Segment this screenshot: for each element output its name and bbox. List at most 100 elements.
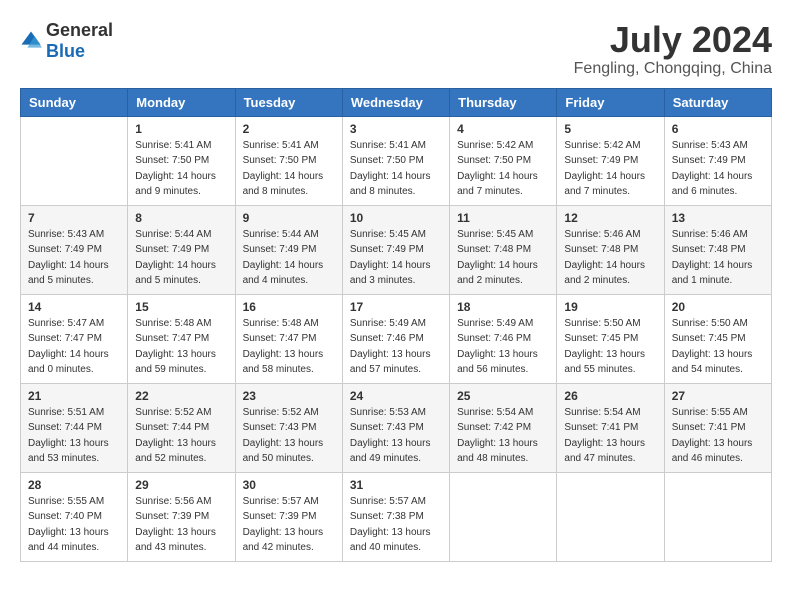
column-header-thursday: Thursday <box>450 88 557 116</box>
column-header-sunday: Sunday <box>21 88 128 116</box>
logo-icon <box>20 30 42 52</box>
calendar-body: 1 Sunrise: 5:41 AM Sunset: 7:50 PM Daylig… <box>21 116 772 561</box>
day-info: Sunrise: 5:50 AM Sunset: 7:45 PM Dayligh… <box>672 316 764 378</box>
calendar-cell: 20 Sunrise: 5:50 AM Sunset: 7:45 PM Dayli… <box>664 294 771 383</box>
column-header-friday: Friday <box>557 88 664 116</box>
column-header-tuesday: Tuesday <box>235 88 342 116</box>
day-number: 24 <box>350 389 442 403</box>
calendar-cell: 16 Sunrise: 5:48 AM Sunset: 7:47 PM Dayli… <box>235 294 342 383</box>
day-info: Sunrise: 5:46 AM Sunset: 7:48 PM Dayligh… <box>672 227 764 289</box>
day-number: 9 <box>243 211 335 225</box>
day-number: 6 <box>672 122 764 136</box>
day-number: 20 <box>672 300 764 314</box>
day-info: Sunrise: 5:43 AM Sunset: 7:49 PM Dayligh… <box>672 138 764 200</box>
day-info: Sunrise: 5:49 AM Sunset: 7:46 PM Dayligh… <box>457 316 549 378</box>
day-number: 12 <box>564 211 656 225</box>
calendar-cell <box>21 116 128 205</box>
calendar-week-5: 28Sunrise: 5:55 AM Sunset: 7:40 PM Dayli… <box>21 472 772 561</box>
calendar-cell: 10Sunrise: 5:45 AM Sunset: 7:49 PM Dayli… <box>342 205 449 294</box>
day-info: Sunrise: 5:43 AM Sunset: 7:49 PM Dayligh… <box>28 227 120 289</box>
calendar-cell: 6 Sunrise: 5:43 AM Sunset: 7:49 PM Daylig… <box>664 116 771 205</box>
calendar-cell <box>450 472 557 561</box>
day-info: Sunrise: 5:42 AM Sunset: 7:50 PM Dayligh… <box>457 138 549 200</box>
calendar-table: SundayMondayTuesdayWednesdayThursdayFrid… <box>20 88 772 562</box>
calendar-cell <box>557 472 664 561</box>
day-info: Sunrise: 5:48 AM Sunset: 7:47 PM Dayligh… <box>243 316 335 378</box>
day-info: Sunrise: 5:49 AM Sunset: 7:46 PM Dayligh… <box>350 316 442 378</box>
calendar-cell: 24 Sunrise: 5:53 AM Sunset: 7:43 PM Dayli… <box>342 383 449 472</box>
column-header-monday: Monday <box>128 88 235 116</box>
day-number: 13 <box>672 211 764 225</box>
day-number: 3 <box>350 122 442 136</box>
day-info: Sunrise: 5:50 AM Sunset: 7:45 PM Dayligh… <box>564 316 656 378</box>
month-title: July 2024 <box>574 20 772 60</box>
column-header-wednesday: Wednesday <box>342 88 449 116</box>
calendar-cell: 12Sunrise: 5:46 AM Sunset: 7:48 PM Dayli… <box>557 205 664 294</box>
day-number: 2 <box>243 122 335 136</box>
day-number: 16 <box>243 300 335 314</box>
day-number: 4 <box>457 122 549 136</box>
day-info: Sunrise: 5:47 AM Sunset: 7:47 PM Dayligh… <box>28 316 120 378</box>
day-number: 14 <box>28 300 120 314</box>
day-number: 7 <box>28 211 120 225</box>
calendar-cell: 8 Sunrise: 5:44 AM Sunset: 7:49 PM Daylig… <box>128 205 235 294</box>
day-number: 31 <box>350 478 442 492</box>
calendar-cell: 3Sunrise: 5:41 AM Sunset: 7:50 PM Daylig… <box>342 116 449 205</box>
calendar-cell: 13 Sunrise: 5:46 AM Sunset: 7:48 PM Dayli… <box>664 205 771 294</box>
day-info: Sunrise: 5:41 AM Sunset: 7:50 PM Dayligh… <box>243 138 335 200</box>
calendar-cell: 28Sunrise: 5:55 AM Sunset: 7:40 PM Dayli… <box>21 472 128 561</box>
calendar-cell: 30 Sunrise: 5:57 AM Sunset: 7:39 PM Dayli… <box>235 472 342 561</box>
day-number: 22 <box>135 389 227 403</box>
calendar-cell: 25 Sunrise: 5:54 AM Sunset: 7:42 PM Dayli… <box>450 383 557 472</box>
calendar-week-1: 1 Sunrise: 5:41 AM Sunset: 7:50 PM Daylig… <box>21 116 772 205</box>
day-number: 19 <box>564 300 656 314</box>
day-info: Sunrise: 5:44 AM Sunset: 7:49 PM Dayligh… <box>135 227 227 289</box>
day-number: 5 <box>564 122 656 136</box>
day-info: Sunrise: 5:48 AM Sunset: 7:47 PM Dayligh… <box>135 316 227 378</box>
day-number: 8 <box>135 211 227 225</box>
day-number: 15 <box>135 300 227 314</box>
day-info: Sunrise: 5:52 AM Sunset: 7:43 PM Dayligh… <box>243 405 335 467</box>
logo-blue: Blue <box>46 41 85 61</box>
logo: General Blue <box>20 20 113 62</box>
day-info: Sunrise: 5:51 AM Sunset: 7:44 PM Dayligh… <box>28 405 120 467</box>
day-info: Sunrise: 5:41 AM Sunset: 7:50 PM Dayligh… <box>135 138 227 200</box>
calendar-cell: 31Sunrise: 5:57 AM Sunset: 7:38 PM Dayli… <box>342 472 449 561</box>
day-number: 23 <box>243 389 335 403</box>
calendar-cell: 23 Sunrise: 5:52 AM Sunset: 7:43 PM Dayli… <box>235 383 342 472</box>
calendar-week-4: 21 Sunrise: 5:51 AM Sunset: 7:44 PM Dayli… <box>21 383 772 472</box>
day-number: 25 <box>457 389 549 403</box>
day-info: Sunrise: 5:54 AM Sunset: 7:41 PM Dayligh… <box>564 405 656 467</box>
calendar-cell: 5 Sunrise: 5:42 AM Sunset: 7:49 PM Daylig… <box>557 116 664 205</box>
calendar-cell: 11Sunrise: 5:45 AM Sunset: 7:48 PM Dayli… <box>450 205 557 294</box>
calendar-cell: 21 Sunrise: 5:51 AM Sunset: 7:44 PM Dayli… <box>21 383 128 472</box>
logo-general: General <box>46 20 113 40</box>
day-number: 29 <box>135 478 227 492</box>
calendar-cell <box>664 472 771 561</box>
column-header-saturday: Saturday <box>664 88 771 116</box>
calendar-week-3: 14 Sunrise: 5:47 AM Sunset: 7:47 PM Dayli… <box>21 294 772 383</box>
day-number: 1 <box>135 122 227 136</box>
day-info: Sunrise: 5:45 AM Sunset: 7:49 PM Dayligh… <box>350 227 442 289</box>
day-info: Sunrise: 5:42 AM Sunset: 7:49 PM Dayligh… <box>564 138 656 200</box>
page-header: General Blue July 2024 Fengling, Chongqi… <box>20 20 772 78</box>
calendar-cell: 1 Sunrise: 5:41 AM Sunset: 7:50 PM Daylig… <box>128 116 235 205</box>
day-info: Sunrise: 5:57 AM Sunset: 7:39 PM Dayligh… <box>243 494 335 556</box>
calendar-cell: 2 Sunrise: 5:41 AM Sunset: 7:50 PM Daylig… <box>235 116 342 205</box>
day-number: 11 <box>457 211 549 225</box>
calendar-cell: 26 Sunrise: 5:54 AM Sunset: 7:41 PM Dayli… <box>557 383 664 472</box>
calendar-cell: 4 Sunrise: 5:42 AM Sunset: 7:50 PM Daylig… <box>450 116 557 205</box>
day-info: Sunrise: 5:55 AM Sunset: 7:40 PM Dayligh… <box>28 494 120 556</box>
day-info: Sunrise: 5:54 AM Sunset: 7:42 PM Dayligh… <box>457 405 549 467</box>
day-number: 17 <box>350 300 442 314</box>
day-info: Sunrise: 5:53 AM Sunset: 7:43 PM Dayligh… <box>350 405 442 467</box>
title-block: July 2024 Fengling, Chongqing, China <box>574 20 772 78</box>
calendar-week-2: 7 Sunrise: 5:43 AM Sunset: 7:49 PM Daylig… <box>21 205 772 294</box>
day-number: 30 <box>243 478 335 492</box>
day-number: 26 <box>564 389 656 403</box>
calendar-cell: 19 Sunrise: 5:50 AM Sunset: 7:45 PM Dayli… <box>557 294 664 383</box>
calendar-header-row: SundayMondayTuesdayWednesdayThursdayFrid… <box>21 88 772 116</box>
calendar-cell: 7 Sunrise: 5:43 AM Sunset: 7:49 PM Daylig… <box>21 205 128 294</box>
day-number: 21 <box>28 389 120 403</box>
calendar-cell: 14 Sunrise: 5:47 AM Sunset: 7:47 PM Dayli… <box>21 294 128 383</box>
